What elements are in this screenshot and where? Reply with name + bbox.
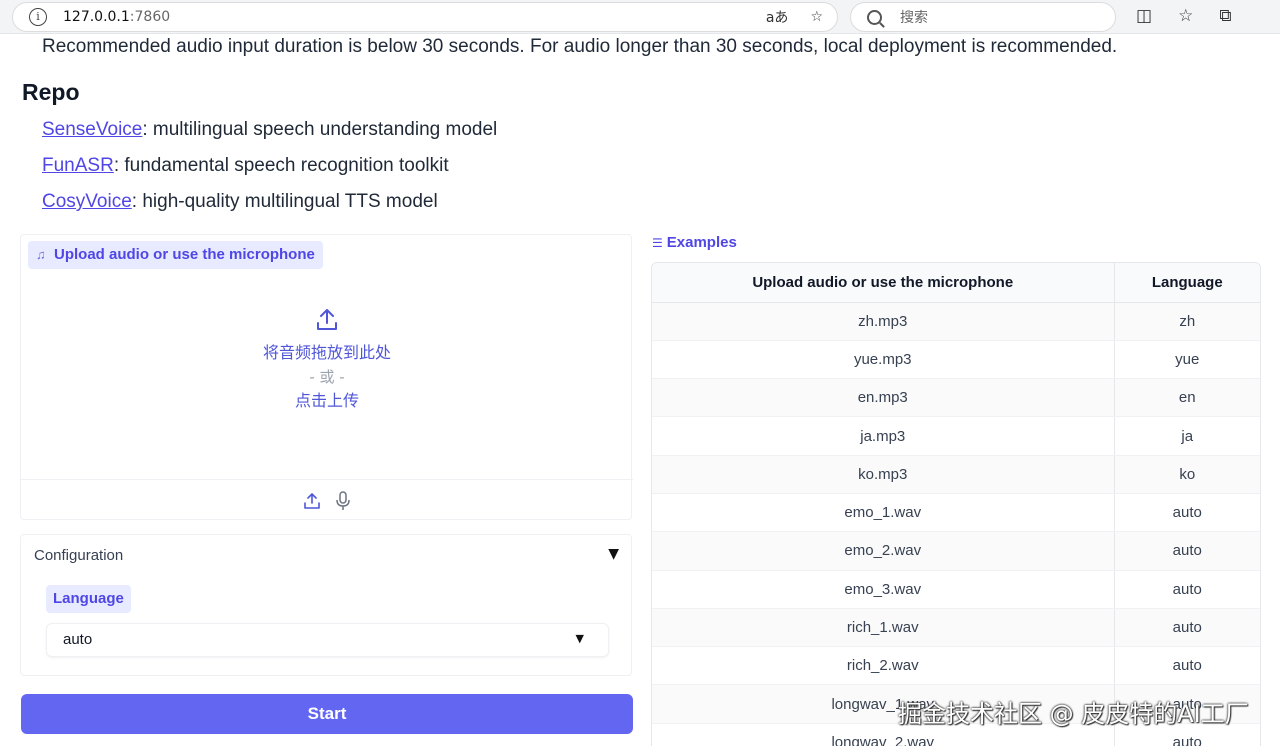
list-icon: ☰ <box>652 236 663 250</box>
repo-item-funasr: FunASR: fundamental speech recognition t… <box>42 155 449 176</box>
favorite-star-icon[interactable]: ☆ <box>810 9 823 25</box>
or-text: - 或 - <box>309 368 345 386</box>
column-header-audio: Upload audio or use the microphone <box>652 263 1115 303</box>
example-row[interactable]: zh.mp3 zh <box>652 302 1260 341</box>
example-row[interactable]: emo_1.wav auto <box>652 493 1260 533</box>
upload-label: ♫ Upload audio or use the microphone <box>28 241 323 269</box>
example-row[interactable]: en.mp3 en <box>652 378 1260 418</box>
funasr-link[interactable]: FunASR <box>42 155 114 176</box>
source-selector <box>21 479 633 521</box>
configuration-accordion: Configuration ▼ Language auto ▼ <box>20 534 632 676</box>
language-selected-value: auto <box>63 631 93 648</box>
browser-toolbar: i 127.0.0.1:7860 aあ ☆ 搜索 ◫ ☆ ⧉ <box>0 0 1280 34</box>
repo-list: SenseVoice: multilingual speech understa… <box>42 118 497 226</box>
read-aloud-icon[interactable]: aあ <box>766 7 789 27</box>
start-button[interactable]: Start <box>21 694 633 734</box>
upload-icon <box>317 309 337 330</box>
audio-upload-panel: ♫ Upload audio or use the microphone 将音频… <box>20 234 633 521</box>
caret-down-icon[interactable]: ▼ <box>608 546 619 562</box>
split-screen-icon[interactable]: ◫ <box>1136 6 1152 26</box>
example-row[interactable]: yue.mp3 yue <box>652 340 1260 380</box>
browser-search-box[interactable]: 搜索 <box>850 2 1116 32</box>
language-dropdown[interactable]: auto ▼ <box>46 623 609 657</box>
repo-item-cosyvoice: CosyVoice: high-quality multilingual TTS… <box>42 191 438 212</box>
search-icon <box>867 9 882 25</box>
example-row[interactable]: ko.mp3 ko <box>652 455 1260 494</box>
column-header-language: Language <box>1114 263 1260 303</box>
drop-text: 将音频拖放到此处 <box>262 343 391 362</box>
address-bar[interactable]: i 127.0.0.1:7860 aあ ☆ <box>12 2 838 32</box>
url-text: 127.0.0.1:7860 <box>63 9 171 25</box>
microphone-icon[interactable] <box>335 490 351 511</box>
sensevoice-link[interactable]: SenseVoice <box>42 119 142 140</box>
example-row[interactable]: ja.mp3 ja <box>652 416 1260 456</box>
favorites-icon[interactable]: ☆ <box>1178 6 1193 26</box>
site-info-icon[interactable]: i <box>29 8 47 26</box>
language-label: Language <box>46 585 131 613</box>
search-placeholder: 搜索 <box>900 10 928 26</box>
watermark: 掘金技术社区 @ 皮皮特的AI工厂 <box>898 700 1249 728</box>
dropdown-arrow-icon: ▼ <box>575 632 584 645</box>
cosyvoice-link[interactable]: CosyVoice <box>42 191 132 212</box>
examples-table: Upload audio or use the microphone Langu… <box>651 262 1261 746</box>
repo-item-sensevoice: SenseVoice: multilingual speech understa… <box>42 119 498 140</box>
repo-heading: Repo <box>22 79 80 105</box>
audio-drop-zone[interactable]: 将音频拖放到此处 - 或 - 点击上传 <box>21 295 633 475</box>
example-row[interactable]: rich_2.wav auto <box>652 646 1260 686</box>
duration-notice: Recommended audio input duration is belo… <box>42 36 1118 57</box>
example-row[interactable]: rich_1.wav auto <box>652 608 1260 648</box>
configuration-title[interactable]: Configuration <box>34 547 123 564</box>
music-note-icon: ♫ <box>36 247 46 262</box>
example-row[interactable]: emo_2.wav auto <box>652 531 1260 571</box>
click-upload-text[interactable]: 点击上传 <box>21 389 633 413</box>
examples-label: ☰ Examples <box>652 234 737 251</box>
upload-source-icon[interactable] <box>303 492 321 510</box>
example-row[interactable]: emo_3.wav auto <box>652 570 1260 609</box>
collections-icon[interactable]: ⧉ <box>1219 6 1231 26</box>
